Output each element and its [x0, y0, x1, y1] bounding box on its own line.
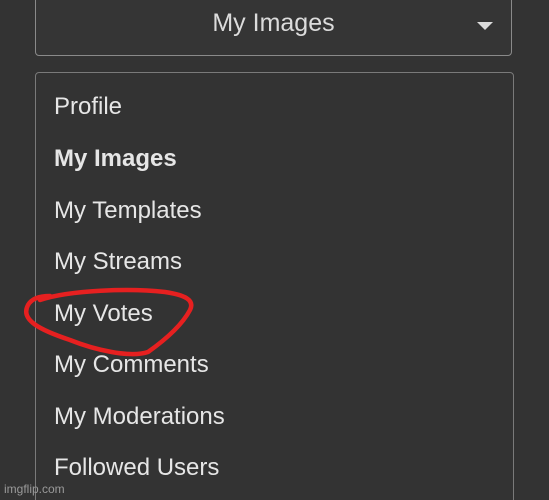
user-menu-page: My Images Profile My Images My Templates…	[0, 0, 549, 500]
menu-item-my-votes[interactable]: My Votes	[54, 300, 153, 328]
menu-item-my-templates[interactable]: My Templates	[54, 197, 202, 225]
dropdown-menu: Profile My Images My Templates My Stream…	[35, 72, 514, 500]
section-dropdown[interactable]: My Images	[35, 0, 512, 56]
menu-item-my-moderations[interactable]: My Moderations	[54, 403, 225, 431]
menu-item-my-images[interactable]: My Images	[54, 145, 177, 173]
menu-item-profile[interactable]: Profile	[54, 93, 122, 121]
menu-item-followed-users[interactable]: Followed Users	[54, 454, 219, 482]
menu-item-my-comments[interactable]: My Comments	[54, 351, 209, 379]
dropdown-selected-value: My Images	[212, 9, 335, 37]
chevron-down-icon[interactable]	[477, 22, 493, 30]
watermark-text: imgflip.com	[4, 482, 65, 496]
menu-item-my-streams[interactable]: My Streams	[54, 248, 182, 276]
